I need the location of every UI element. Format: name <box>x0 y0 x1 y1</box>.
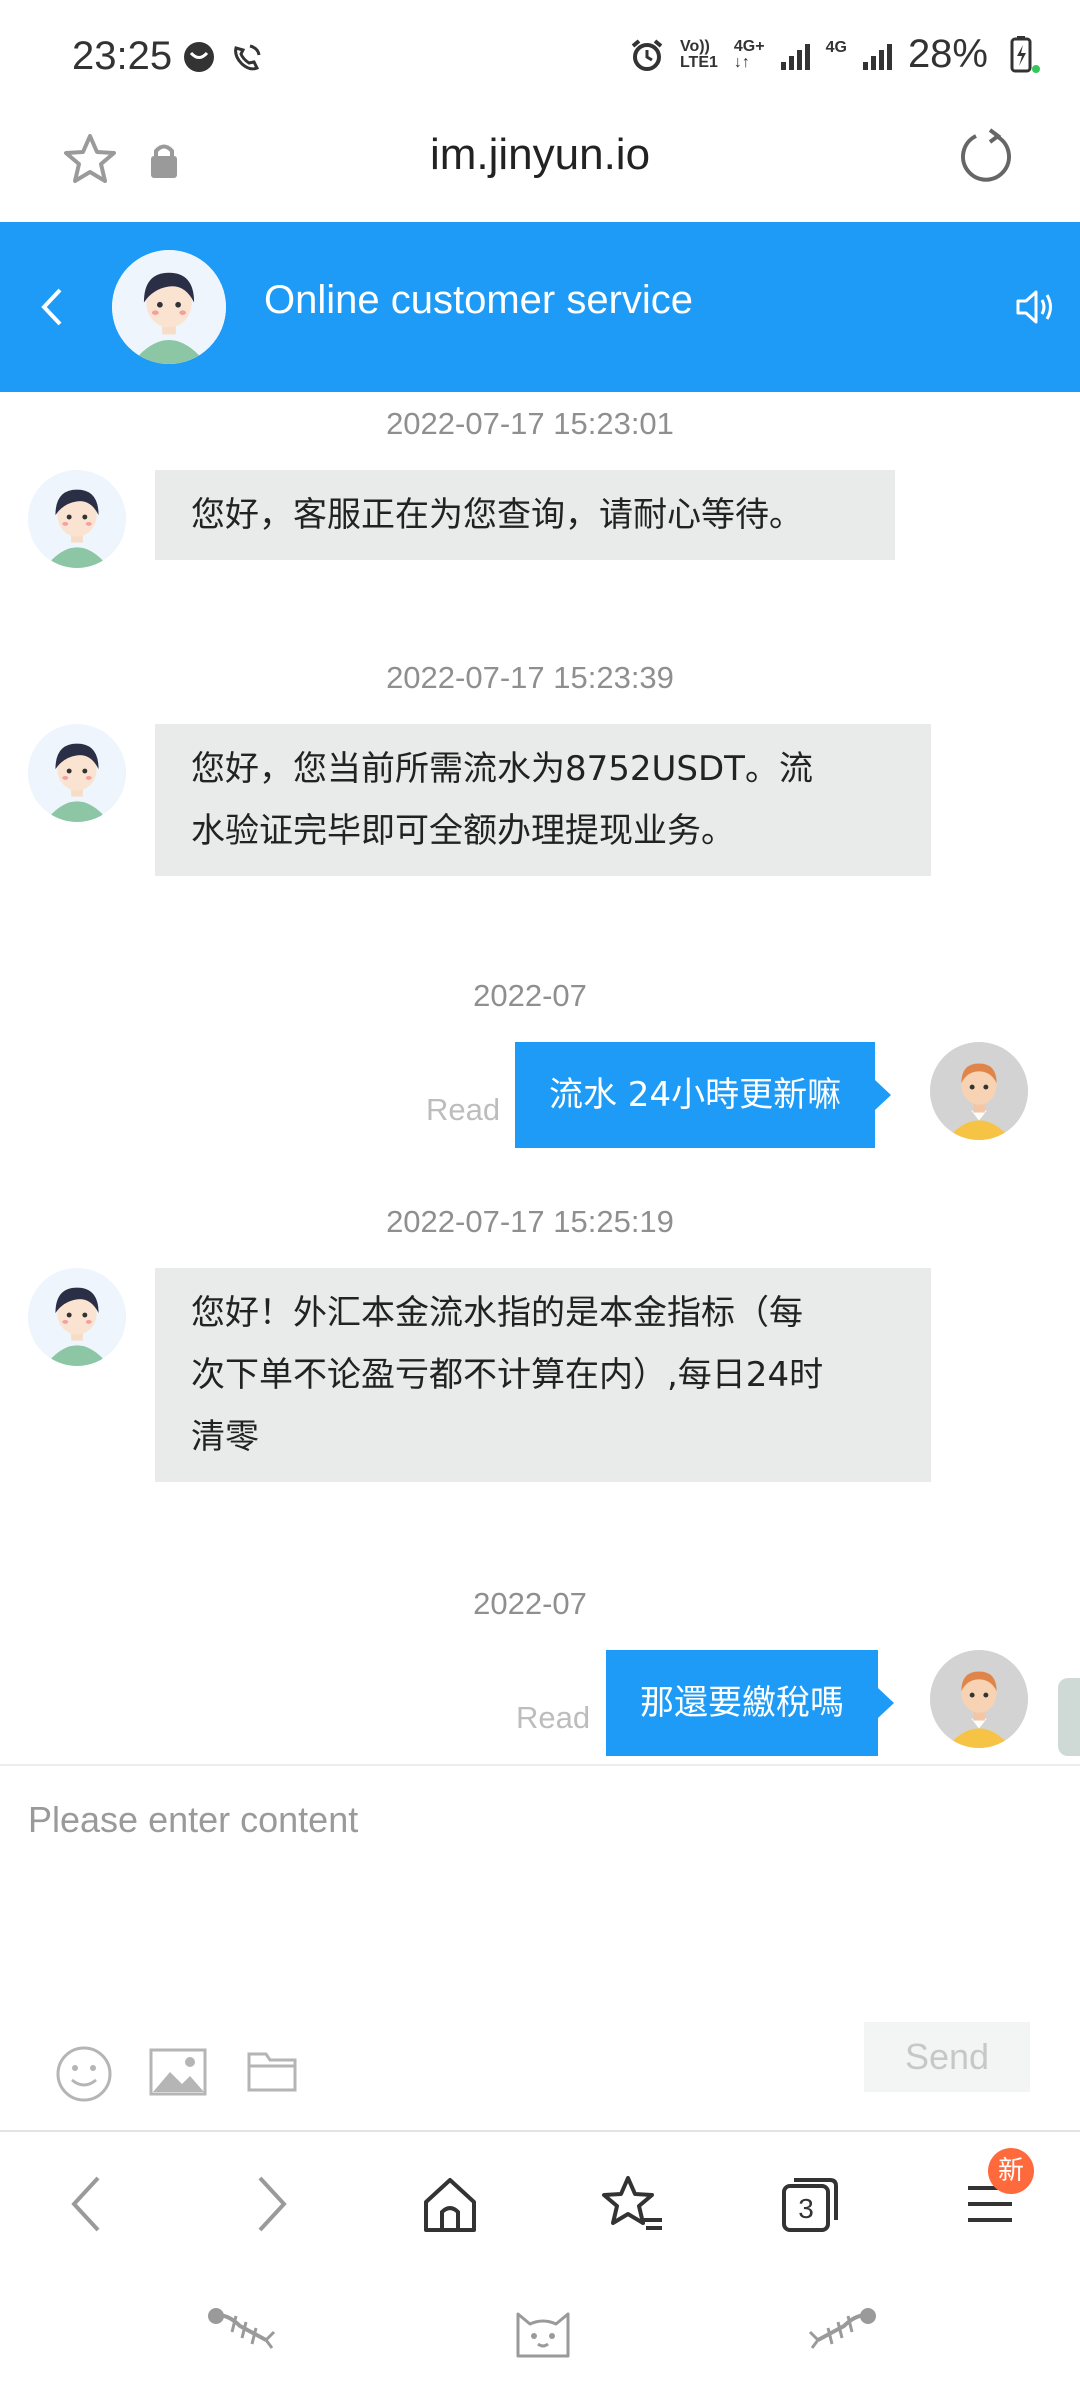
url-address[interactable]: im.jinyun.io <box>0 130 1080 180</box>
bookmarks-icon[interactable] <box>598 2172 666 2236</box>
fishbone-icon <box>808 2308 876 2349</box>
lte-label: LTE1 <box>679 53 718 71</box>
scrollbar-thumb[interactable] <box>1058 1678 1080 1756</box>
battery-percent: 28% <box>907 32 988 76</box>
user-avatar <box>930 1042 1028 1140</box>
send-button[interactable]: Send <box>864 2022 1030 2092</box>
read-receipt: Read <box>426 1092 501 1127</box>
chat-header: Online customer service <box>0 222 1080 392</box>
browser-url-bar: im.jinyun.io <box>0 110 1080 222</box>
message-timestamp: 2022-07-17 15:23:01 <box>386 406 674 441</box>
wifi-call-icon <box>234 44 261 71</box>
agent-avatar <box>28 470 126 568</box>
tabs-count: 3 <box>798 2193 814 2224</box>
home-icon[interactable] <box>418 2172 482 2236</box>
cat-face-icon <box>516 2312 570 2358</box>
smiley-icon[interactable] <box>54 2044 114 2104</box>
image-icon[interactable] <box>148 2044 208 2100</box>
status-bar: 23:25 Vo)) LTE1 4G+ ↓↑ 4G 28% <box>0 0 1080 110</box>
agent-avatar <box>28 724 126 822</box>
signal-icon <box>780 40 810 70</box>
incoming-message-bubble[interactable]: 您好！外汇本金流水指的是本金指标（每 次下单不论盈亏都不计算在内）,每日24时 … <box>155 1268 931 1482</box>
battery-charging-icon <box>1010 35 1040 73</box>
fishbone-icon <box>208 2308 276 2349</box>
chat-title: Online customer service <box>264 278 694 322</box>
speaker-icon[interactable] <box>1012 284 1058 330</box>
message-timestamp: 2022-07-17 15:25:19 <box>386 1204 674 1239</box>
browser-nav-bar: 3 新 <box>0 2130 1080 2280</box>
heart-notification-icon <box>184 42 214 72</box>
message-composer: Send <box>0 1764 1080 2130</box>
message-input[interactable] <box>28 1790 1048 1850</box>
message-list[interactable]: 2022-07-17 15:23:01 您好，客服正在为您查询，请耐心等待。 2… <box>0 392 1080 1764</box>
tabs-button[interactable]: 3 <box>778 2172 842 2236</box>
refresh-icon[interactable] <box>956 126 1016 186</box>
outgoing-message-bubble[interactable]: 流水 24小時更新嘛 <box>515 1042 892 1148</box>
network-type-label-2: 4G <box>825 38 847 56</box>
message-timestamp: 2022-07 <box>473 978 587 1013</box>
forward-icon[interactable] <box>252 2172 292 2236</box>
folder-icon[interactable] <box>246 2044 298 2096</box>
message-timestamp: 2022-07-17 15:23:39 <box>386 660 674 695</box>
back-chevron-icon[interactable] <box>36 284 66 330</box>
user-avatar <box>930 1650 1028 1748</box>
theme-decoration-strip <box>0 2280 1080 2400</box>
incoming-message-bubble[interactable]: 您好，您当前所需流水为8752USDT。流 水验证完毕即可全额办理提现业务。 <box>155 724 931 876</box>
signal-icon-2 <box>862 40 892 70</box>
outgoing-message-bubble[interactable]: 那還要繳稅嗎 <box>606 1650 894 1756</box>
agent-avatar <box>28 1268 126 1366</box>
read-receipt: Read <box>516 1700 591 1735</box>
agent-avatar <box>112 250 226 364</box>
alarm-icon <box>631 38 663 71</box>
message-timestamp: 2022-07 <box>473 1586 587 1621</box>
back-icon[interactable] <box>66 2172 106 2236</box>
status-time: 23:25 <box>72 34 173 78</box>
network-type-label: 4G+ <box>733 37 765 55</box>
incoming-message-bubble[interactable]: 您好，客服正在为您查询，请耐心等待。 <box>155 470 895 560</box>
new-badge: 新 <box>988 2148 1034 2194</box>
volte-label: Vo)) <box>679 37 710 55</box>
